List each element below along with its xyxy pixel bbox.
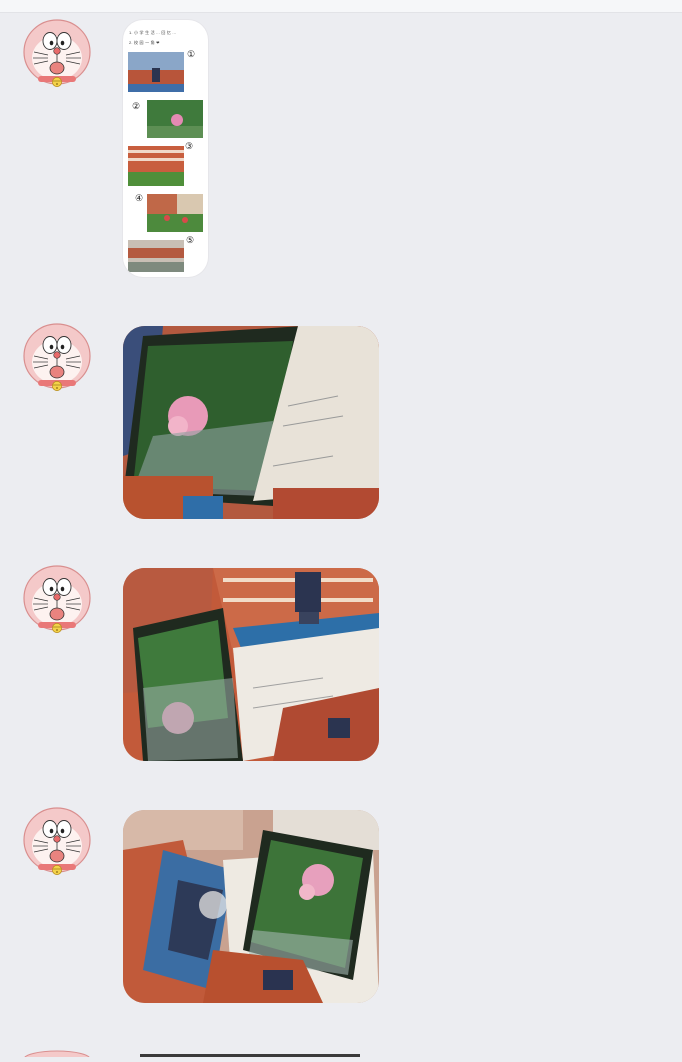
photo-bubble-flower-collage[interactable] [123,326,379,519]
thumbnail-building-3 [128,240,184,272]
long-image-caption-line-2: 2. 校 园 一 角 ❤ [129,40,160,45]
message-row-2 [0,300,682,530]
doodle-mark-5: ⑤ [186,235,195,245]
message-row-4 [0,780,682,1020]
photo-bubble-mixed-collage[interactable] [123,810,379,1003]
doodle-mark-2: ② [132,101,141,111]
doraemon-avatar[interactable] [22,18,92,90]
doraemon-avatar[interactable] [22,564,92,636]
long-image-caption-line-1: 1. 小 学 生 活 ... 回 忆 ... [129,30,177,35]
thumbnail-building-1 [128,52,184,92]
doodle-mark-3: ③ [185,141,194,151]
doodle-mark-4: ④ [135,193,144,203]
message-row-3 [0,540,682,770]
doodle-mark-1: ① [187,49,196,59]
thumbnail-building-2 [128,146,184,186]
doraemon-avatar[interactable] [22,322,92,394]
message-row-1: 1. 小 学 生 活 ... 回 忆 ... 2. 校 园 一 角 ❤ ① ② [0,0,682,290]
message-row-5-partial [0,1044,682,1062]
doraemon-avatar[interactable] [22,806,92,878]
photo-bubble-building-collage[interactable] [123,568,379,761]
thumbnail-flower-1 [147,100,203,138]
thumbnail-garden [147,194,203,232]
long-image-bubble[interactable]: 1. 小 学 生 活 ... 回 忆 ... 2. 校 园 一 角 ❤ ① ② [123,20,208,277]
